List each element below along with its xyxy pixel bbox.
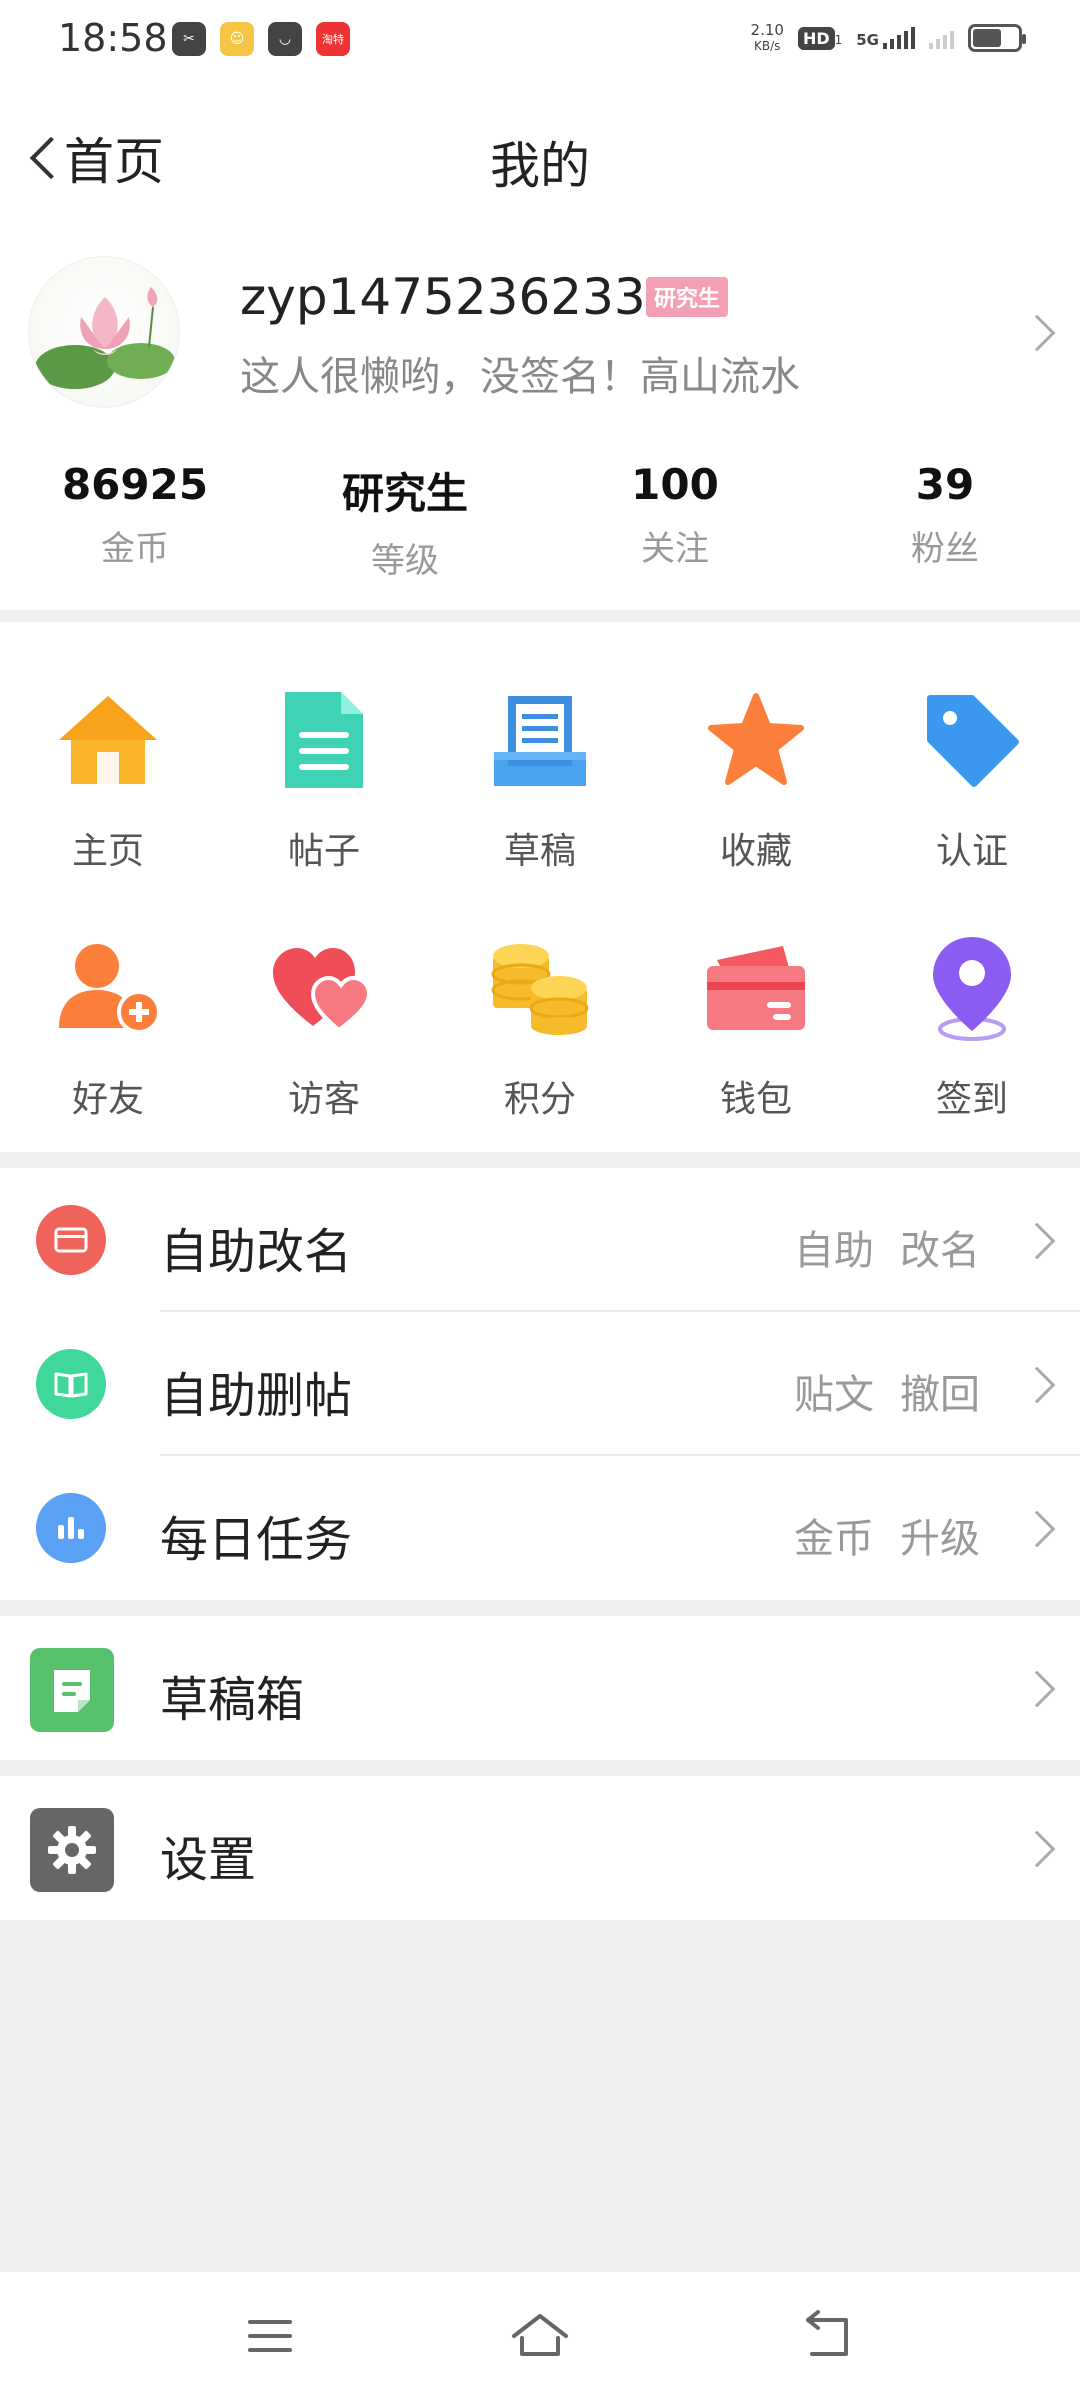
home-outline-icon xyxy=(512,2314,568,2356)
stat-fans[interactable]: 39 粉丝 xyxy=(810,460,1080,582)
chevron-right-icon xyxy=(1018,1366,1056,1404)
menu-icon xyxy=(248,2320,292,2352)
username: zyp14752362337 xyxy=(240,268,678,326)
grid-item-verify[interactable]: 认证 xyxy=(864,680,1080,874)
stat-label: 金币 xyxy=(101,529,169,569)
system-indicators: 2.10 KB/s HD 1 5G xyxy=(750,21,1026,54)
star-icon xyxy=(696,680,816,800)
app-header: 首页 我的 xyxy=(0,80,1080,240)
stat-coins[interactable]: 86925 金币 xyxy=(0,460,270,582)
row-tags: 金币 升级 xyxy=(794,1516,980,1562)
avatar[interactable] xyxy=(28,256,180,408)
game-notification-icon: ☺ xyxy=(220,22,254,56)
signal-5g-icon: 5G xyxy=(856,27,915,49)
bar-chart-icon xyxy=(36,1493,106,1563)
settings-card: 设置 xyxy=(0,1776,1080,1920)
grid-label: 草稿 xyxy=(503,831,576,872)
coins-icon xyxy=(480,928,600,1048)
level-badge: 研究生 xyxy=(646,277,729,317)
stat-level[interactable]: 研究生 等级 xyxy=(270,460,540,582)
menu-nav-button[interactable] xyxy=(240,2308,300,2364)
list-item-rename[interactable]: 自助改名 自助 改名 xyxy=(0,1168,1080,1312)
grid-label: 积分 xyxy=(503,1079,576,1120)
feature-grid: 主页 帖子 草稿 收藏 认证 好友 访客 积分 钱包 签到 xyxy=(0,622,1080,1152)
taote-notification-icon: 淘特 xyxy=(316,22,350,56)
profile-card: zyp14752362337 研究生 这人很懒哟，没签名！高山流水 86925 … xyxy=(0,240,1080,610)
system-nav-bar xyxy=(0,2272,1080,2400)
grid-item-checkin[interactable]: 签到 xyxy=(864,928,1080,1122)
row-label: 自助改名 xyxy=(160,1224,353,1280)
grid-item-wallet[interactable]: 钱包 xyxy=(648,928,864,1122)
stat-value: 100 xyxy=(631,460,719,509)
grid-label: 好友 xyxy=(71,1079,144,1120)
grid-item-posts[interactable]: 帖子 xyxy=(216,680,432,874)
note-icon xyxy=(30,1648,114,1732)
stat-value: 39 xyxy=(915,460,975,509)
document-icon xyxy=(264,680,384,800)
add-friend-icon xyxy=(48,928,168,1048)
tag-icon xyxy=(912,680,1032,800)
chevron-right-icon xyxy=(1018,1510,1056,1548)
back-nav-button[interactable] xyxy=(798,2308,858,2364)
home-nav-button[interactable] xyxy=(510,2308,570,2364)
chevron-right-icon xyxy=(1018,1670,1056,1708)
location-pin-icon xyxy=(912,928,1032,1048)
row-label: 设置 xyxy=(160,1832,257,1888)
battery-icon xyxy=(968,24,1026,52)
signal-sim2-icon xyxy=(929,27,954,49)
row-label: 自助删帖 xyxy=(160,1368,353,1424)
grid-item-points[interactable]: 积分 xyxy=(432,928,648,1122)
draft-tray-icon xyxy=(480,680,600,800)
wallet-icon xyxy=(696,928,816,1048)
grid-item-friends[interactable]: 好友 xyxy=(0,928,216,1122)
signature: 这人很懒哟，没签名！高山流水 xyxy=(240,354,800,400)
grid-item-visitors[interactable]: 访客 xyxy=(216,928,432,1122)
back-arrow-icon xyxy=(806,2310,848,2356)
grid-label: 收藏 xyxy=(719,831,792,872)
grid-label: 钱包 xyxy=(719,1079,792,1120)
shop-notification-icon: ◡ xyxy=(268,22,302,56)
row-label: 草稿箱 xyxy=(160,1672,305,1728)
grid-label: 签到 xyxy=(935,1079,1008,1120)
list-item-settings[interactable]: 设置 xyxy=(0,1776,1080,1920)
list-item-delete-posts[interactable]: 自助删帖 贴文 撤回 xyxy=(0,1312,1080,1456)
grid-item-favorites[interactable]: 收藏 xyxy=(648,680,864,874)
net-speed: 2.10 KB/s xyxy=(750,21,784,53)
stat-label: 粉丝 xyxy=(911,529,979,569)
stat-label: 等级 xyxy=(371,541,439,581)
stat-value: 研究生 xyxy=(341,469,468,518)
grid-label: 帖子 xyxy=(287,831,360,872)
grid-label: 访客 xyxy=(287,1079,360,1120)
page-title: 我的 xyxy=(490,137,590,195)
stat-value: 86925 xyxy=(61,460,209,509)
chevron-right-icon xyxy=(1018,1830,1056,1868)
service-list: 自助改名 自助 改名 自助删帖 贴文 撤回 每日任务 金币 升级 xyxy=(0,1168,1080,1600)
stat-label: 关注 xyxy=(641,529,709,569)
row-label: 每日任务 xyxy=(160,1512,353,1568)
book-icon xyxy=(36,1349,106,1419)
grid-label: 认证 xyxy=(935,831,1008,872)
grid-item-drafts[interactable]: 草稿 xyxy=(432,680,648,874)
chevron-right-icon[interactable] xyxy=(1018,314,1056,352)
grid-label: 主页 xyxy=(71,831,144,872)
lotus-avatar-image xyxy=(35,287,175,389)
list-item-daily-tasks[interactable]: 每日任务 金币 升级 xyxy=(0,1456,1080,1600)
grid-item-home[interactable]: 主页 xyxy=(0,680,216,874)
chevron-right-icon xyxy=(1018,1222,1056,1260)
card-icon xyxy=(36,1205,106,1275)
hd-indicator: HD 1 xyxy=(797,26,842,50)
notification-icons: ✂ ☺ ◡ 淘特 xyxy=(172,22,350,56)
list-item-drafts-box[interactable]: 草稿箱 xyxy=(0,1616,1080,1760)
app-notification-icon: ✂ xyxy=(172,22,206,56)
gear-icon xyxy=(30,1808,114,1892)
drafts-card: 草稿箱 xyxy=(0,1616,1080,1760)
row-tags: 自助 改名 xyxy=(794,1228,980,1274)
home-icon xyxy=(48,680,168,800)
status-bar: 18:58 ✂ ☺ ◡ 淘特 2.10 KB/s HD 1 5G xyxy=(0,0,1080,80)
row-tags: 贴文 撤回 xyxy=(794,1372,980,1418)
stat-following[interactable]: 100 关注 xyxy=(540,460,810,582)
status-time: 18:58 xyxy=(58,16,168,60)
stats-row: 86925 金币 研究生 等级 100 关注 39 粉丝 xyxy=(0,460,1080,582)
hearts-icon xyxy=(264,928,384,1048)
